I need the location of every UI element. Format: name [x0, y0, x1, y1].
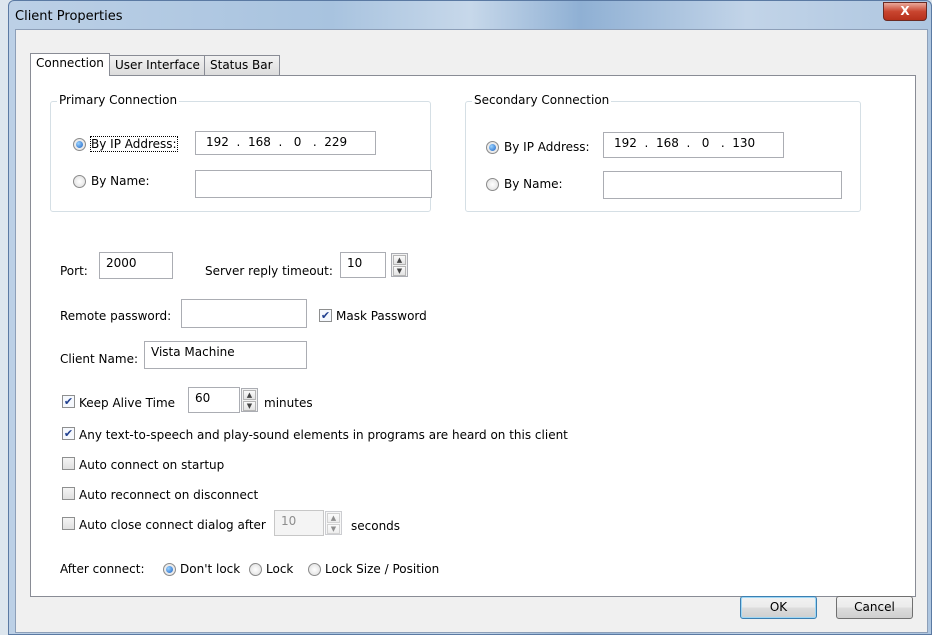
- after-connect-lock-radio[interactable]: [249, 563, 262, 576]
- after-connect-lock-size-label[interactable]: Lock Size / Position: [325, 562, 439, 576]
- mask-password-label[interactable]: Mask Password: [336, 309, 427, 323]
- mask-password-checkbox[interactable]: ✔: [319, 309, 332, 322]
- after-connect-lock-label[interactable]: Lock: [266, 562, 293, 576]
- primary-by-name-label[interactable]: By Name:: [91, 174, 150, 188]
- primary-by-name-radio[interactable]: [73, 175, 86, 188]
- ok-button[interactable]: OK: [740, 596, 817, 619]
- timeout-label: Server reply timeout:: [205, 264, 333, 278]
- spin-up-icon[interactable]: ▲: [243, 390, 256, 400]
- port-input[interactable]: 2000: [99, 252, 173, 279]
- timeout-spinner[interactable]: ▲ ▼: [391, 253, 408, 277]
- primary-by-ip-radio[interactable]: [73, 138, 86, 151]
- auto-reconnect-label[interactable]: Auto reconnect on disconnect: [79, 488, 258, 502]
- tab-user-interface[interactable]: User Interface: [109, 55, 205, 75]
- keep-alive-spinner[interactable]: ▲ ▼: [241, 388, 258, 412]
- keep-alive-label[interactable]: Keep Alive Time: [79, 396, 175, 410]
- tab-status-bar[interactable]: Status Bar: [204, 55, 280, 75]
- auto-close-input[interactable]: 10: [274, 510, 324, 536]
- auto-close-checkbox[interactable]: [62, 517, 75, 530]
- auto-close-spinner[interactable]: ▲ ▼: [325, 511, 342, 535]
- secondary-by-ip-radio[interactable]: [486, 141, 499, 154]
- spin-down-icon[interactable]: ▼: [243, 401, 256, 411]
- tts-checkbox[interactable]: ✔: [62, 427, 75, 440]
- primary-name-input[interactable]: [195, 170, 432, 198]
- primary-connection-label: Primary Connection: [57, 93, 180, 107]
- keep-alive-unit: minutes: [264, 396, 313, 410]
- after-connect-label: After connect:: [60, 562, 145, 576]
- client-name-input[interactable]: Vista Machine: [144, 341, 307, 369]
- auto-close-unit: seconds: [351, 519, 401, 533]
- spin-up-icon[interactable]: ▲: [393, 255, 406, 265]
- after-connect-lock-size-radio[interactable]: [308, 563, 321, 576]
- secondary-by-name-radio[interactable]: [486, 178, 499, 191]
- spin-up-icon[interactable]: ▲: [327, 513, 340, 523]
- auto-connect-label[interactable]: Auto connect on startup: [79, 458, 224, 472]
- remote-password-input[interactable]: [181, 299, 307, 328]
- tab-connection[interactable]: Connection: [30, 53, 110, 76]
- port-label: Port:: [60, 264, 88, 278]
- auto-close-label[interactable]: Auto close connect dialog after: [79, 518, 266, 532]
- client-properties-window: Client Properties X Connection User Inte…: [8, 0, 932, 635]
- secondary-by-ip-label[interactable]: By IP Address:: [504, 140, 590, 154]
- keep-alive-input[interactable]: 60: [188, 387, 240, 413]
- auto-connect-checkbox[interactable]: [62, 457, 75, 470]
- tts-label[interactable]: Any text-to-speech and play-sound elemen…: [79, 428, 568, 442]
- spin-down-icon[interactable]: ▼: [393, 266, 406, 276]
- after-connect-dont-lock-label[interactable]: Don't lock: [180, 562, 240, 576]
- primary-connection-group: Primary Connection By IP Address: 192 . …: [50, 93, 432, 212]
- cancel-button[interactable]: Cancel: [836, 596, 913, 619]
- window-title: Client Properties: [15, 9, 123, 24]
- dialog-body: Connection User Interface Status Bar Pri…: [15, 29, 928, 633]
- client-name-label: Client Name:: [60, 352, 138, 366]
- title-bar: Client Properties X: [9, 1, 931, 31]
- spin-down-icon[interactable]: ▼: [327, 524, 340, 534]
- close-button[interactable]: X: [883, 2, 927, 21]
- timeout-input[interactable]: 10: [340, 252, 386, 278]
- remote-password-label: Remote password:: [60, 309, 172, 323]
- after-connect-dont-lock-radio[interactable]: [163, 563, 176, 576]
- secondary-by-name-label[interactable]: By Name:: [504, 177, 563, 191]
- secondary-ip-field[interactable]: 192 . 168 . 0 . 130: [603, 132, 784, 158]
- primary-by-ip-label[interactable]: By IP Address:: [90, 136, 178, 152]
- secondary-connection-group: Secondary Connection By IP Address: 192 …: [465, 93, 861, 212]
- secondary-connection-label: Secondary Connection: [472, 93, 612, 107]
- connection-panel: Primary Connection By IP Address: 192 . …: [30, 75, 916, 597]
- keep-alive-checkbox[interactable]: ✔: [62, 395, 75, 408]
- primary-ip-field[interactable]: 192 . 168 . 0 . 229: [195, 131, 376, 155]
- secondary-name-input[interactable]: [603, 171, 842, 199]
- auto-reconnect-checkbox[interactable]: [62, 487, 75, 500]
